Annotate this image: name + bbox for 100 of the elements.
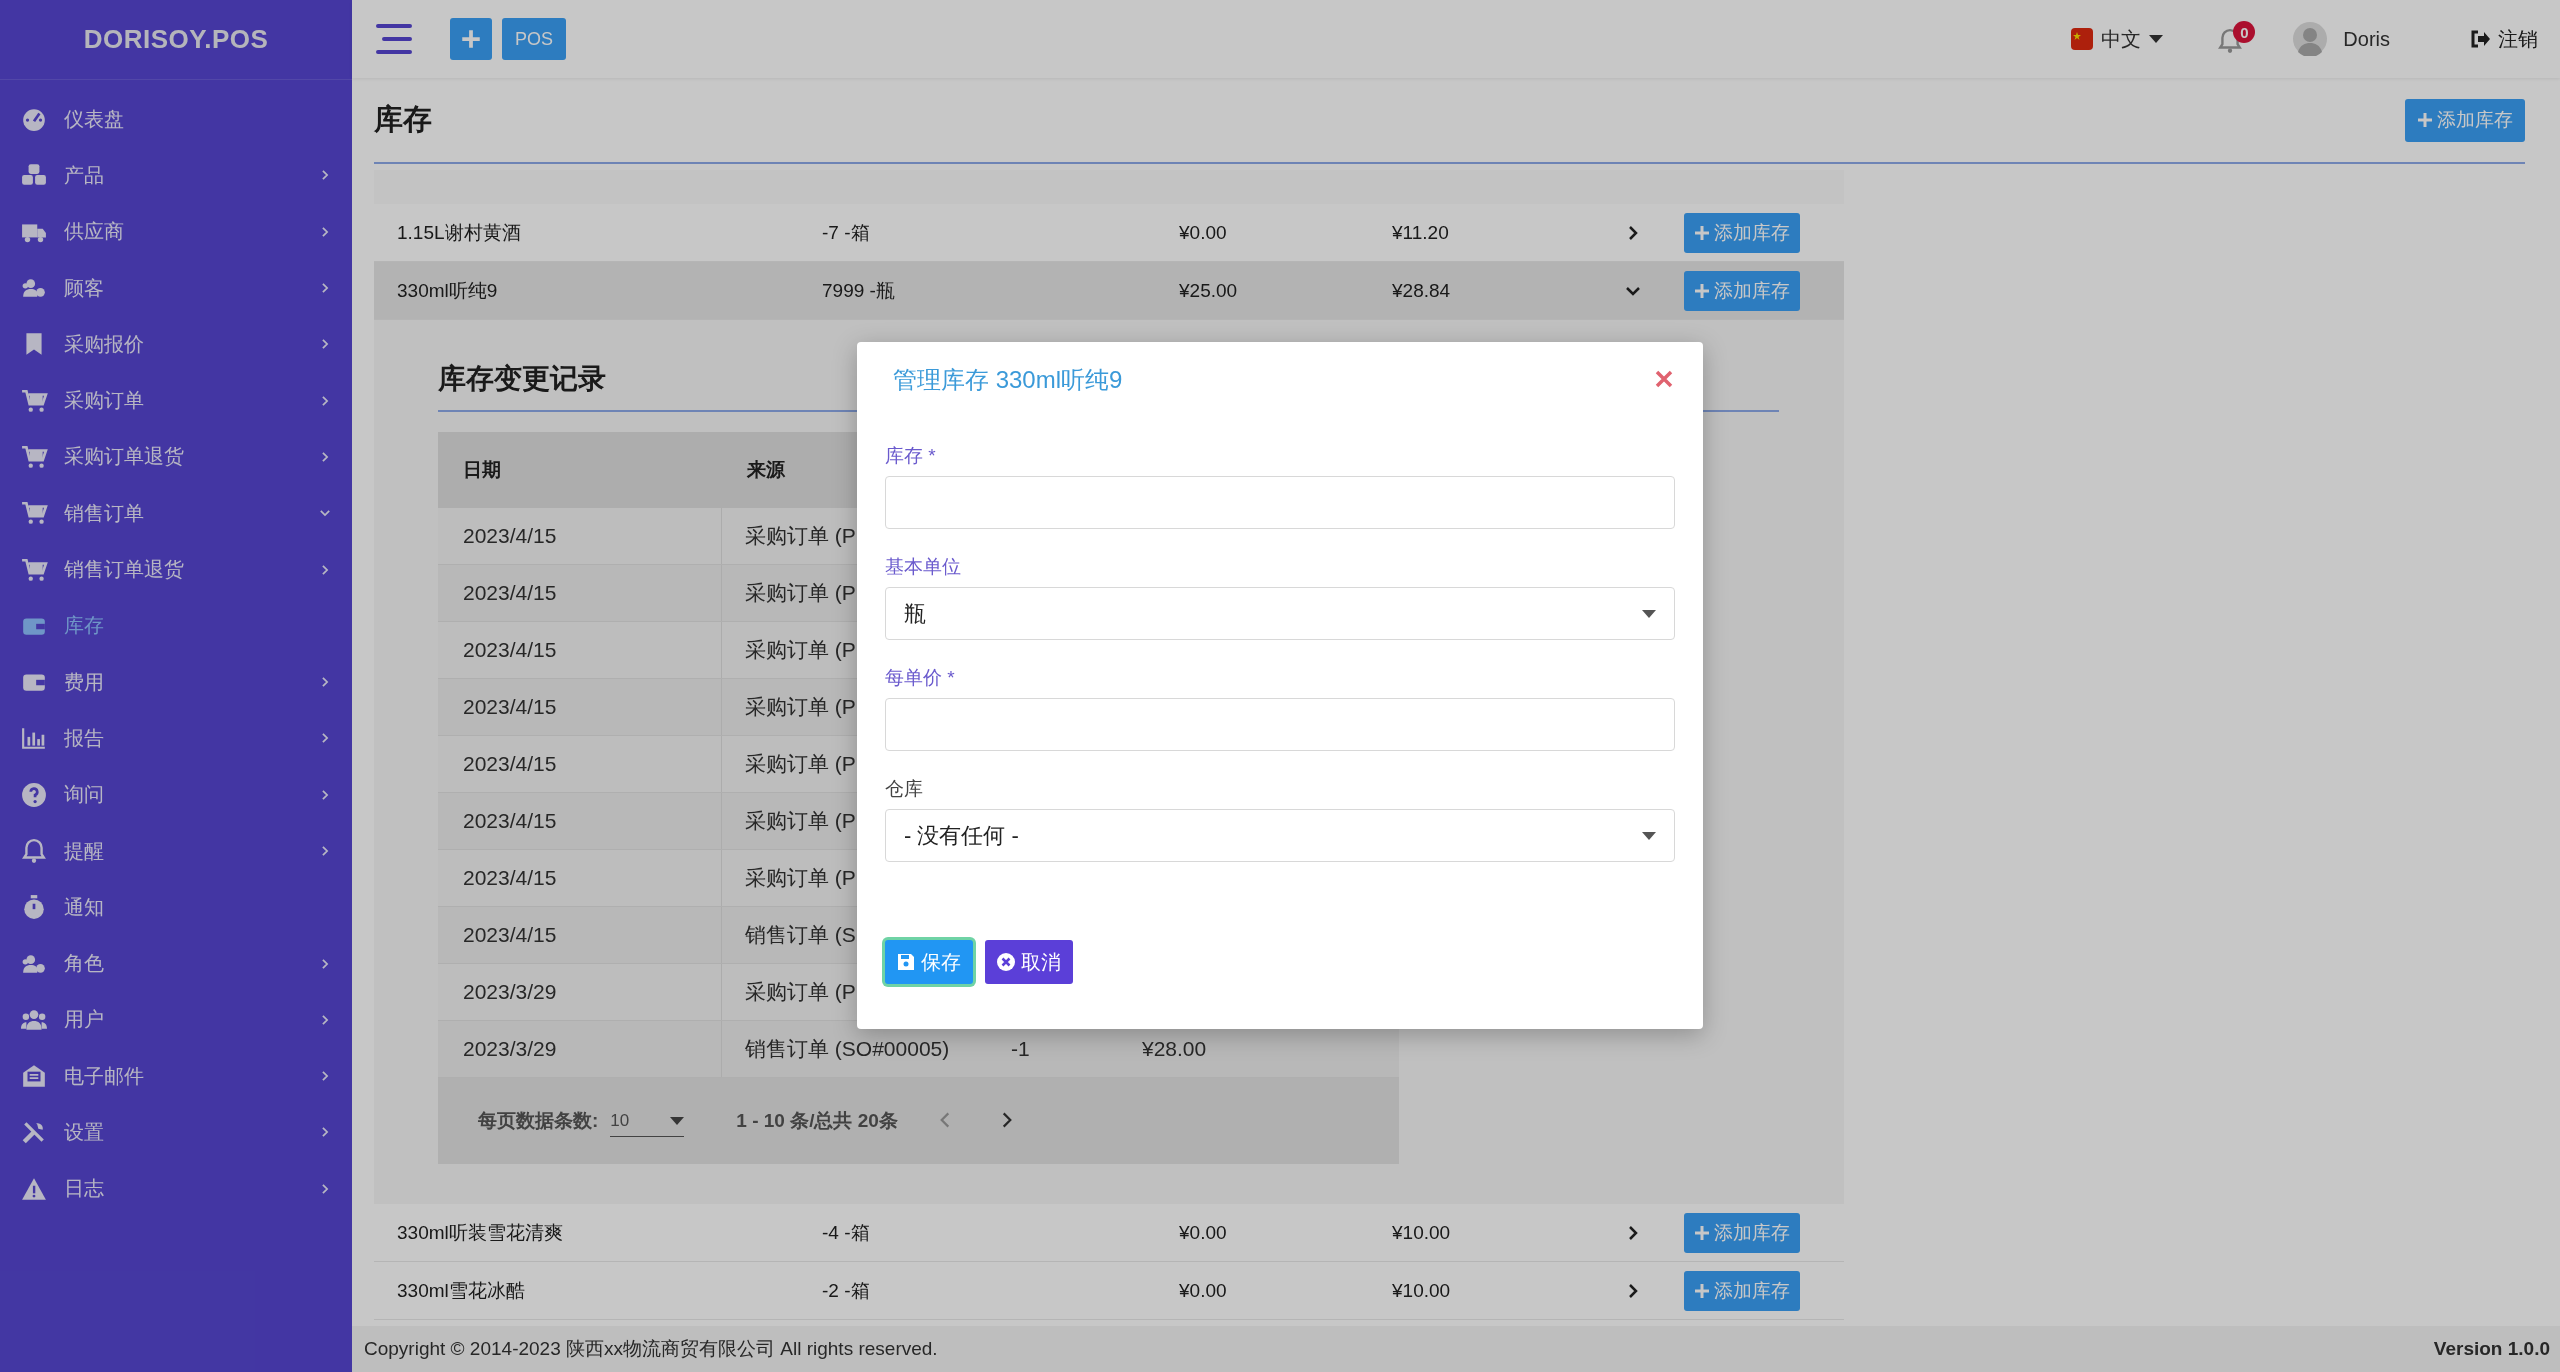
dialog-title: 管理库存 330ml听纯9 xyxy=(893,365,1123,395)
sidebar-item[interactable]: 询问 xyxy=(0,766,352,823)
column-header: 日期 xyxy=(462,458,502,482)
table-cell-text: 采购订单 (P xyxy=(745,751,856,777)
table-cell-text: 销售订单 (S xyxy=(745,922,856,948)
field-label: 基本单位 xyxy=(885,555,961,579)
table-cell: 2023/3/29 xyxy=(438,964,722,1020)
user-name[interactable]: Doris xyxy=(2343,27,2390,51)
table-cell-text: -2 -箱 xyxy=(821,1278,871,1303)
cancel-button[interactable]: 取消 xyxy=(985,940,1073,984)
add-stock-button[interactable]: 添加库存 xyxy=(1684,1212,1800,1253)
cart-icon xyxy=(20,556,48,583)
question-icon xyxy=(20,781,48,808)
sidebar-item[interactable]: 顾客 xyxy=(0,259,352,317)
bell-icon xyxy=(20,838,48,864)
menu-icon[interactable] xyxy=(374,22,414,56)
table-cell-text: 采购订单 (P xyxy=(745,808,856,834)
table-cell-text: 销售订单 (SO#00005) xyxy=(745,1036,950,1062)
sidebar-item[interactable]: 设置 xyxy=(0,1104,352,1161)
sidebar-item[interactable]: 库存 xyxy=(0,597,352,654)
table-cell: 2023/4/15 xyxy=(438,793,722,849)
table-cell: 2023/4/15 xyxy=(438,622,722,678)
add-stock-button[interactable]: 添加库存 xyxy=(1684,1270,1800,1311)
sidebar-item[interactable]: 供应商 xyxy=(0,203,352,260)
table-cell-text: ¥0.00 xyxy=(1178,221,1228,244)
add-stock-button[interactable]: 添加库存 xyxy=(2405,98,2525,142)
sidebar-item[interactable]: 提醒 xyxy=(0,822,352,880)
table-cell-text: 采购订单 (P xyxy=(745,694,856,720)
caret-icon xyxy=(2149,35,2164,43)
table-cell: 2023/3/29 xyxy=(438,1021,722,1077)
field-label: 仓库 xyxy=(885,777,923,801)
table-cell-text: -4 -箱 xyxy=(821,1220,871,1245)
add-button[interactable] xyxy=(450,18,492,60)
table-cell-text: 采购订单 (P xyxy=(745,580,856,606)
sidebar-item[interactable]: 电子邮件 xyxy=(0,1048,352,1105)
add-stock-button[interactable]: 添加库存 xyxy=(1684,212,1800,253)
plus-icon xyxy=(1694,1224,1710,1241)
sidebar-item[interactable]: 销售订单退货 xyxy=(0,541,352,598)
cart-icon xyxy=(20,387,48,414)
version-text: Version 1.0.0 xyxy=(2433,1338,2550,1360)
table-cell: 2023/4/15 xyxy=(438,508,722,564)
plus-icon xyxy=(2417,112,2433,128)
caret-icon xyxy=(1642,831,1656,840)
table-cell: 2023/4/15 xyxy=(438,736,722,792)
close-circle-icon xyxy=(997,953,1015,971)
sidebar-item[interactable]: 销售订单 xyxy=(0,485,352,542)
plus-icon xyxy=(1694,282,1710,299)
table-cell-text: -1 xyxy=(1011,1037,1031,1061)
table-cell-text: ¥25.00 xyxy=(1178,279,1239,302)
sidebar-item[interactable]: 采购订单 xyxy=(0,372,352,429)
table-cell-text: 采购订单 (P xyxy=(745,865,856,891)
table-cell: 2023/4/15 xyxy=(438,565,722,621)
table-cell-text: ¥28.00 xyxy=(1142,1037,1208,1061)
sidebar-item[interactable]: 产品 xyxy=(0,147,352,204)
sidebar-item[interactable]: 用户 xyxy=(0,991,352,1049)
bar-chart-icon xyxy=(20,725,48,752)
table-cell-text: 7999 -瓶 xyxy=(821,278,896,303)
sidebar-item[interactable]: 角色 xyxy=(0,935,352,992)
flag-icon xyxy=(2071,28,2094,50)
cart-icon xyxy=(20,500,48,527)
sidebar-item[interactable]: 仪表盘 xyxy=(0,91,352,148)
page-size-label: 每页数据条数: xyxy=(478,1109,599,1133)
sidebar-item[interactable]: 通知 xyxy=(0,879,352,936)
table-cell-text: 330ml听纯9 xyxy=(396,278,499,303)
caret-icon xyxy=(1642,609,1656,618)
save-button[interactable]: 保存 xyxy=(885,940,973,984)
language-selector[interactable]: 中文 xyxy=(2101,25,2142,53)
sidebar-item[interactable]: 费用 xyxy=(0,653,352,711)
table-cell-text: 1.15L谢村黄酒 xyxy=(396,220,522,245)
copyright-text: Copyright © 2014-2023 陕西xx物流商贸有限公司 All rights reserved. xyxy=(364,1337,938,1361)
table-cell-text: ¥10.00 xyxy=(1391,1221,1452,1244)
sidebar-item[interactable]: 报告 xyxy=(0,710,352,767)
save-icon xyxy=(897,953,915,971)
select-field[interactable]: 瓶 xyxy=(885,587,1675,640)
gauge-icon xyxy=(20,106,48,133)
select-field[interactable]: - 没有任何 - xyxy=(885,809,1675,862)
sidebar-item[interactable]: 日志 xyxy=(0,1160,352,1217)
input-field[interactable] xyxy=(885,698,1675,751)
table-cell-text: ¥0.00 xyxy=(1178,1221,1228,1244)
close-icon xyxy=(1654,369,1674,389)
table-cell-text: 330ml雪花冰酷 xyxy=(396,1278,526,1303)
column-header: 来源 xyxy=(746,458,786,482)
notification-badge: 0 xyxy=(2233,21,2256,43)
input-field[interactable] xyxy=(885,476,1675,529)
pos-button[interactable]: POS xyxy=(502,18,566,60)
table-cell: 2023/4/15 xyxy=(438,679,722,735)
table-cell-text: ¥28.84 xyxy=(1391,279,1452,302)
sidebar-item[interactable]: 采购订单退货 xyxy=(0,428,352,486)
table-cell-text: -7 -箱 xyxy=(821,220,871,245)
sidebar-item[interactable]: 采购报价 xyxy=(0,316,352,373)
table-cell: 2023/4/15 xyxy=(438,907,722,963)
table-cell: 2023/4/15 xyxy=(438,850,722,906)
cart-icon xyxy=(20,443,48,470)
field-label: 库存 * xyxy=(885,444,936,468)
add-stock-button[interactable]: 添加库存 xyxy=(1684,270,1800,311)
page-size-select[interactable]: 10 xyxy=(610,1105,685,1137)
table-cell-text: 采购订单 (P xyxy=(745,979,856,1005)
logout-button[interactable]: 注销 xyxy=(2470,25,2538,53)
table-cell-text: ¥10.00 xyxy=(1391,1279,1452,1302)
logout-icon xyxy=(2470,29,2490,49)
